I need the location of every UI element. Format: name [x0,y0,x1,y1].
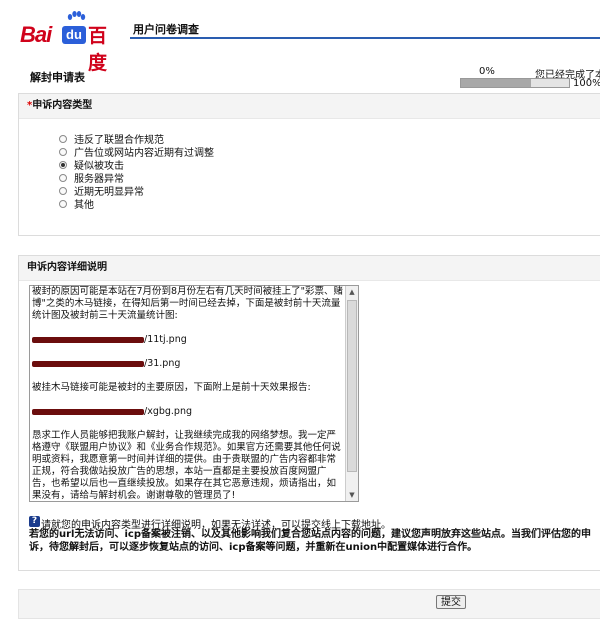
logo-text-du: du [62,26,86,44]
notice-text: 若您的url无法访问、icp备案被注销、以及其他影响我们复合您站点内容的问题，建… [29,529,591,553]
progress-start-label: 0% [479,66,495,77]
form-title: 解封申请表 [30,71,85,84]
details-paragraph: 被封的原因可能是本站在7月份到8月份左右有几天时间被挂上了"彩票、赌博"之类的木… [32,286,343,321]
radio-button[interactable] [59,134,67,143]
radio-button[interactable] [59,186,67,195]
help-icon: ? [29,516,40,527]
radio-option[interactable]: 其他 [59,196,214,211]
baidu-logo[interactable]: Bai du 百度 [20,7,120,74]
progress-bar-fill [461,79,532,87]
radio-button[interactable] [59,173,67,182]
paw-icon [67,11,86,20]
details-textarea[interactable]: 被封的原因可能是本站在7月份到8月份左右有几天时间被挂上了"彩票、赌博"之类的木… [29,285,359,502]
details-textarea-content[interactable]: 被封的原因可能是本站在7月份到8月份左右有几天时间被挂上了"彩票、赌博"之类的木… [32,286,343,502]
screenshot-url: /31.png [32,358,343,370]
footer-bar [18,589,600,619]
submit-button[interactable]: 提交 [436,595,466,609]
scrollbar-thumb[interactable] [347,300,357,472]
complaint-type-options: 违反了联盟合作规范 广告位或网站内容近期有过调整 疑似被攻击 服务器异常 近期无… [59,132,214,211]
redacted-domain [32,361,144,367]
details-heading: 申诉内容详细说明 [19,256,600,281]
logo-text-cn: 百度 [88,25,108,74]
details-paragraph: 恳求工作人员能够把我账户解封，让我继续完成我的网络梦想。我一定严格遵守《联盟用户… [32,430,341,501]
textarea-scrollbar[interactable]: ▲ ▼ [345,286,358,501]
scroll-down-icon[interactable]: ▼ [346,489,358,501]
header-divider [130,37,600,39]
complaint-type-heading-text: 申诉内容类型 [32,100,93,111]
logo-text-bai: Bai [20,22,52,47]
radio-label[interactable]: 其他 [74,196,94,211]
progress-end-label: 100% [573,78,600,89]
radio-button[interactable] [59,147,67,156]
page-title: 用户问卷调查 [133,23,199,36]
radio-button[interactable] [59,160,67,169]
screenshot-url: /xgbg.png [32,406,343,418]
radio-button[interactable] [59,199,67,208]
scroll-up-icon[interactable]: ▲ [346,286,358,298]
redacted-domain [32,337,144,343]
redacted-domain [32,409,144,415]
screenshot-url: /11tj.png [32,334,343,346]
progress-bar [460,78,570,88]
complaint-type-panel: *申诉内容类型 违反了联盟合作规范 广告位或网站内容近期有过调整 疑似被攻击 服… [18,93,600,236]
details-paragraph: 被挂木马链接可能是被封的主要原因，下面附上是前十天效果报告: [32,382,311,393]
complaint-type-heading: *申诉内容类型 [19,94,600,119]
